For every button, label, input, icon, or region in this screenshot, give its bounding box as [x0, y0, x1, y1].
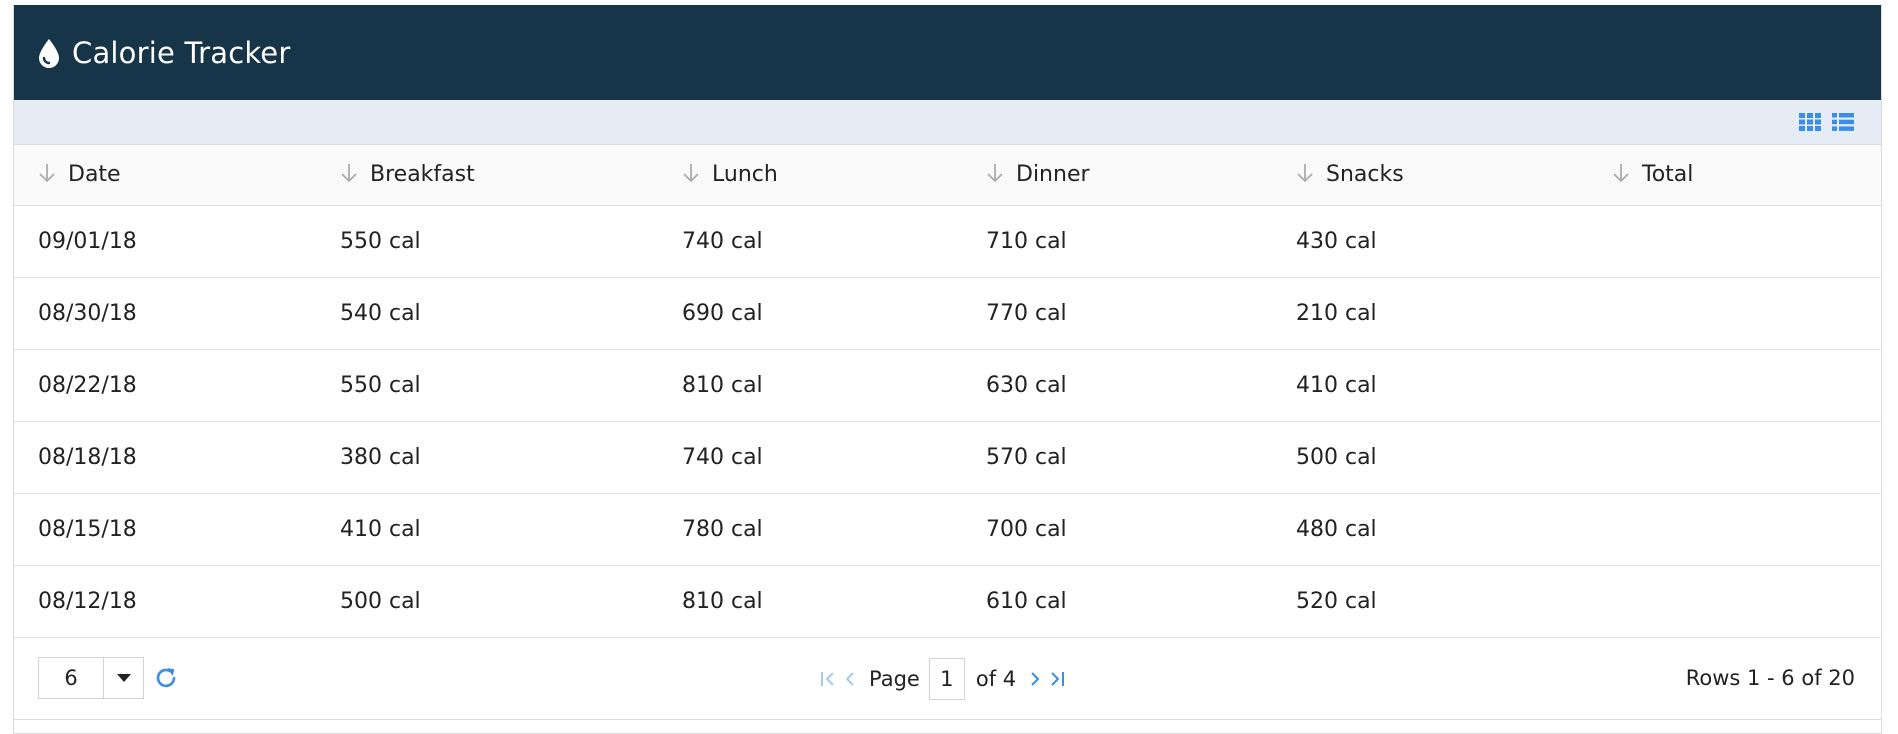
- cell-total: [1588, 349, 1881, 422]
- grid-icon: [1799, 113, 1821, 131]
- cell-snacks: 210 cal: [1272, 277, 1588, 350]
- cell-date: 08/22/18: [14, 349, 316, 422]
- page-size-value: 6: [39, 658, 104, 698]
- sort-arrow-icon: [39, 164, 55, 183]
- app-title: Calorie Tracker: [72, 35, 291, 70]
- cell-total: [1588, 277, 1881, 350]
- cell-breakfast: 550 cal: [316, 349, 658, 422]
- cell-snacks: 520 cal: [1272, 565, 1588, 638]
- column-label: Date: [68, 162, 121, 188]
- cell-total: [1588, 205, 1881, 278]
- column-label: Total: [1642, 162, 1694, 188]
- view-toolbar: [14, 100, 1881, 145]
- cell-breakfast: 410 cal: [316, 493, 658, 566]
- cell-date: 08/30/18: [14, 277, 316, 350]
- current-page-input[interactable]: 1: [928, 657, 965, 700]
- cell-total: [1588, 493, 1881, 566]
- table-row[interactable]: 08/18/18 380 cal 740 cal 570 cal 500 cal: [14, 421, 1881, 494]
- cell-lunch: 740 cal: [658, 205, 962, 278]
- cell-breakfast: 380 cal: [316, 421, 658, 494]
- chevron-right-icon: [1031, 671, 1040, 686]
- cell-date: 08/15/18: [14, 493, 316, 566]
- column-header-total[interactable]: Total: [1588, 145, 1881, 206]
- cell-snacks: 500 cal: [1272, 421, 1588, 494]
- cell-dinner: 700 cal: [962, 493, 1272, 566]
- sort-arrow-icon: [1613, 164, 1629, 183]
- column-label: Snacks: [1326, 162, 1404, 188]
- cell-lunch: 690 cal: [658, 277, 962, 350]
- cell-date: 09/01/18: [14, 205, 316, 278]
- refresh-icon: [156, 668, 176, 688]
- cell-total: [1588, 421, 1881, 494]
- sort-arrow-icon: [341, 164, 357, 183]
- pager: Page 1 of 4: [817, 638, 1068, 720]
- calorie-table: Date Breakfast Lunch Dinner Snacks Total: [14, 145, 1881, 638]
- cell-lunch: 780 cal: [658, 493, 962, 566]
- title-bar: Calorie Tracker: [14, 5, 1881, 100]
- drop-icon: [37, 37, 61, 69]
- table-row[interactable]: 08/22/18 550 cal 810 cal 630 cal 410 cal: [14, 349, 1881, 422]
- chevron-left-icon: [845, 671, 854, 686]
- cell-breakfast: 550 cal: [316, 205, 658, 278]
- cell-date: 08/18/18: [14, 421, 316, 494]
- calorie-tracker-app: Calorie Tracker Date Breakfast Lunch Din…: [13, 5, 1882, 734]
- cell-breakfast: 540 cal: [316, 277, 658, 350]
- previous-page-button[interactable]: [839, 668, 861, 690]
- list-view-button[interactable]: [1831, 111, 1855, 133]
- column-header-lunch[interactable]: Lunch: [658, 145, 962, 206]
- rows-info: Rows 1 - 6 of 20: [1685, 666, 1855, 690]
- cell-snacks: 430 cal: [1272, 205, 1588, 278]
- pagination-footer: 6 Page 1 of 4 Rows 1 - 6 of 20: [14, 638, 1881, 720]
- cell-total: [1588, 565, 1881, 638]
- table-row[interactable]: 08/12/18 500 cal 810 cal 610 cal 520 cal: [14, 565, 1881, 638]
- table-header-row: Date Breakfast Lunch Dinner Snacks Total: [14, 145, 1881, 206]
- cell-dinner: 610 cal: [962, 565, 1272, 638]
- page-label: Page: [869, 666, 920, 691]
- last-page-icon: [1051, 671, 1065, 686]
- first-page-icon: [821, 671, 834, 686]
- table-row[interactable]: 09/01/18 550 cal 740 cal 710 cal 430 cal: [14, 205, 1881, 278]
- list-icon: [1832, 113, 1854, 131]
- cell-lunch: 810 cal: [658, 349, 962, 422]
- first-page-button[interactable]: [817, 668, 839, 690]
- cell-dinner: 710 cal: [962, 205, 1272, 278]
- cell-breakfast: 500 cal: [316, 565, 658, 638]
- column-label: Lunch: [712, 162, 778, 188]
- next-page-button[interactable]: [1024, 668, 1046, 690]
- column-header-dinner[interactable]: Dinner: [962, 145, 1272, 206]
- cell-dinner: 770 cal: [962, 277, 1272, 350]
- page-size-control: 6: [38, 657, 179, 699]
- cell-date: 08/12/18: [14, 565, 316, 638]
- column-header-breakfast[interactable]: Breakfast: [316, 145, 658, 206]
- column-header-date[interactable]: Date: [14, 145, 316, 206]
- last-page-button[interactable]: [1046, 668, 1068, 690]
- table-row[interactable]: 08/30/18 540 cal 690 cal 770 cal 210 cal: [14, 277, 1881, 350]
- page-count-label: of 4: [975, 666, 1017, 691]
- sort-arrow-icon: [683, 164, 699, 183]
- page-size-dropdown-button[interactable]: [104, 658, 143, 698]
- refresh-button[interactable]: [153, 665, 179, 691]
- cell-snacks: 410 cal: [1272, 349, 1588, 422]
- table-row[interactable]: 08/15/18 410 cal 780 cal 700 cal 480 cal: [14, 493, 1881, 566]
- column-label: Dinner: [1016, 162, 1090, 188]
- cell-snacks: 480 cal: [1272, 493, 1588, 566]
- sort-arrow-icon: [987, 164, 1003, 183]
- cell-dinner: 570 cal: [962, 421, 1272, 494]
- cell-dinner: 630 cal: [962, 349, 1272, 422]
- cell-lunch: 740 cal: [658, 421, 962, 494]
- column-header-snacks[interactable]: Snacks: [1272, 145, 1588, 206]
- sort-arrow-icon: [1297, 164, 1313, 183]
- cell-lunch: 810 cal: [658, 565, 962, 638]
- page-size-select[interactable]: 6: [38, 657, 144, 699]
- caret-down-icon: [116, 673, 131, 682]
- grid-view-button[interactable]: [1798, 111, 1822, 133]
- column-label: Breakfast: [370, 162, 475, 188]
